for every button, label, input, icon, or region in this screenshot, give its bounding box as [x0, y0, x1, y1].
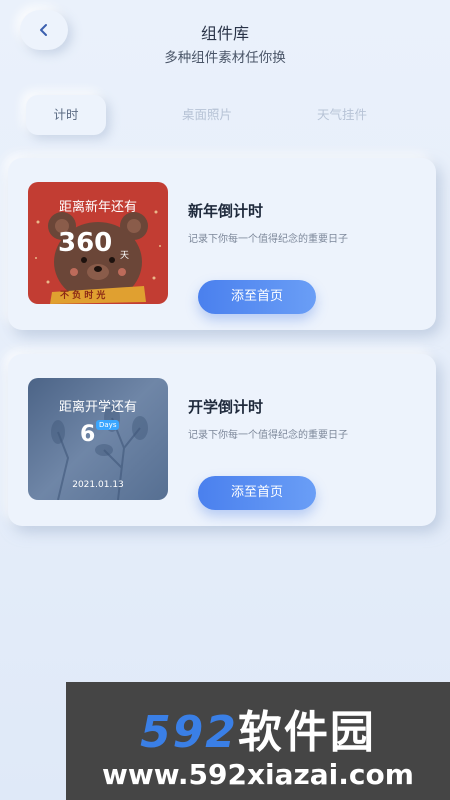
- school-start-count: 6: [80, 422, 96, 447]
- add-to-home-button[interactable]: 添至首页: [198, 280, 316, 314]
- widget-card-school-start[interactable]: 距离开学还有 6 Days 2021.01.13 开学倒计时 记录下你每一个值得…: [8, 354, 436, 526]
- new-year-count: 360: [58, 228, 113, 258]
- card-title: 开学倒计时: [188, 398, 264, 416]
- card-description: 记录下你每一个值得纪念的重要日子: [188, 234, 348, 245]
- card-title: 新年倒计时: [188, 202, 264, 220]
- widget-card-new-year[interactable]: 距离新年还有 360 天 不 负 时 光 新年倒计时 记录下你每一个值得纪念的重…: [8, 158, 436, 330]
- new-year-thumbnail: 距离新年还有 360 天 不 负 时 光: [28, 182, 168, 304]
- tab-desktop-photos[interactable]: 桌面照片: [162, 95, 252, 135]
- new-year-caption: 距离新年还有: [58, 200, 137, 215]
- tab-timer[interactable]: 计时: [26, 95, 106, 135]
- watermark-brand-text: 软件园: [237, 707, 376, 758]
- watermark-banner: 592软件园 www.592xiazai.com: [66, 682, 450, 800]
- school-start-thumbnail: 距离开学还有 6 Days 2021.01.13: [28, 378, 168, 500]
- add-to-home-button[interactable]: 添至首页: [198, 476, 316, 510]
- tab-bar: 计时 桌面照片 天气挂件: [22, 95, 432, 135]
- watermark-url: www.592xiazai.com: [102, 758, 414, 791]
- page-subtitle: 多种组件素材任你换: [164, 50, 286, 66]
- watermark-logo: 592软件园: [66, 696, 450, 760]
- card-description: 记录下你每一个值得纪念的重要日子: [188, 430, 348, 441]
- tab-weather-widget[interactable]: 天气挂件: [302, 95, 382, 135]
- days-badge: Days: [96, 420, 120, 430]
- watermark-brand-number: 592: [140, 707, 238, 758]
- school-start-caption: 距离开学还有: [58, 400, 137, 415]
- school-start-date: 2021.01.13: [72, 480, 124, 490]
- new-year-banner-text: 不 负 时 光: [60, 291, 106, 301]
- new-year-unit: 天: [120, 251, 130, 261]
- page-title: 组件库: [200, 24, 249, 43]
